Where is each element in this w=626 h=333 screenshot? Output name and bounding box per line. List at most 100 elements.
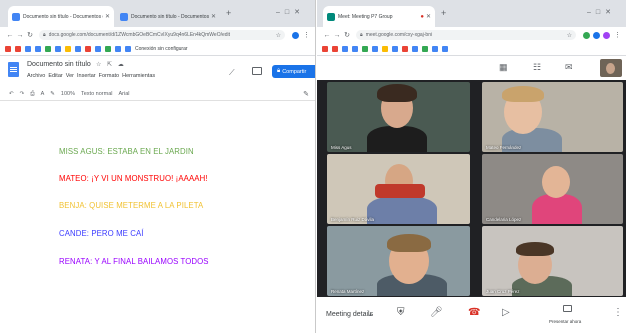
- document-title[interactable]: Documento sin título: [27, 61, 91, 68]
- more-options-icon[interactable]: ⋮: [613, 308, 623, 318]
- menu-archivo[interactable]: Archivo: [27, 73, 45, 79]
- bookmark-icon[interactable]: [402, 46, 408, 52]
- spellcheck-icon[interactable]: A: [41, 91, 45, 97]
- bookmark-icon[interactable]: [15, 46, 21, 52]
- zoom-select[interactable]: 100%: [61, 91, 75, 97]
- document-body[interactable]: MISS AGUS: ESTABA EN EL JARDIN MATEO: ¡Y…: [0, 101, 315, 333]
- reload-icon[interactable]: ↻: [342, 31, 352, 39]
- document-line: CANDE: PERO ME CAÍ: [59, 229, 144, 238]
- back-icon[interactable]: ←: [322, 32, 332, 39]
- bookmark-icon[interactable]: [332, 46, 338, 52]
- bookmark-icon[interactable]: [5, 46, 11, 52]
- reload-icon[interactable]: ↻: [25, 31, 35, 39]
- bookmark-icon[interactable]: [392, 46, 398, 52]
- participant-tile[interactable]: Benjamín Ruiz Dávila: [327, 154, 470, 224]
- bookmark-icon[interactable]: [25, 46, 31, 52]
- bookmark-icon[interactable]: [45, 46, 51, 52]
- window-controls[interactable]: –□✕: [276, 8, 305, 16]
- bookmark-icon[interactable]: [35, 46, 41, 52]
- participant-tile[interactable]: Miss Agus: [327, 82, 470, 152]
- share-button[interactable]: 🔒︎ Compartir: [272, 65, 315, 78]
- browser-menu-icon[interactable]: ⋮: [303, 31, 310, 39]
- present-screen-icon[interactable]: [563, 305, 572, 312]
- hang-up-icon[interactable]: ☎: [468, 308, 480, 318]
- address-bar[interactable]: 🔒︎ meet.google.com/cxy-xgaj-bni ☆: [356, 30, 576, 40]
- present-now-button[interactable]: Presentar ahora: [549, 319, 581, 324]
- new-tab-icon[interactable]: +: [441, 9, 446, 18]
- bookmark-star-icon[interactable]: ☆: [567, 32, 572, 39]
- style-select[interactable]: Texto normal: [81, 91, 113, 97]
- new-tab-icon[interactable]: +: [226, 9, 231, 18]
- bookmark-icon[interactable]: [442, 46, 448, 52]
- menu-ver[interactable]: Ver: [66, 73, 74, 79]
- menu-herramientas[interactable]: Herramientas: [122, 73, 155, 79]
- forward-icon[interactable]: →: [332, 32, 342, 39]
- close-tab-icon[interactable]: ✕: [426, 13, 431, 20]
- participant-tile[interactable]: Candelaria López: [482, 154, 623, 224]
- editing-mode-icon[interactable]: ✎: [303, 90, 309, 98]
- extension-icon[interactable]: [593, 31, 600, 39]
- bookmark-icon[interactable]: [115, 46, 121, 52]
- forward-icon[interactable]: →: [15, 32, 25, 39]
- paint-format-icon[interactable]: ✎: [50, 91, 55, 97]
- bookmark-icon[interactable]: [422, 46, 428, 52]
- participant-tile[interactable]: Juan Cruz Pérez: [482, 226, 623, 296]
- share-label: Compartir: [282, 68, 307, 75]
- menu-formato[interactable]: Formato: [99, 73, 119, 79]
- redo-icon[interactable]: ↷: [20, 91, 25, 97]
- bookmark-icon[interactable]: [85, 46, 91, 52]
- participant-name: Benjamín Ruiz Dávila: [331, 217, 375, 222]
- bookmark-icon[interactable]: [65, 46, 71, 52]
- browser-menu-icon[interactable]: ⋮: [614, 31, 621, 39]
- chat-icon[interactable]: ✉: [565, 62, 573, 73]
- bookmark-icon[interactable]: [362, 46, 368, 52]
- camera-icon[interactable]: ▷: [502, 308, 510, 318]
- participant-tile[interactable]: Renata Martínez: [327, 226, 470, 296]
- bookmark-icon[interactable]: [105, 46, 111, 52]
- shield-icon[interactable]: ⛨: [397, 308, 405, 318]
- bookmark-label[interactable]: Conexión sin configurar: [135, 46, 188, 52]
- bookmark-icon[interactable]: [322, 46, 328, 52]
- lock-icon: 🔒︎: [43, 32, 46, 38]
- chevron-up-icon[interactable]: ▲: [368, 312, 373, 318]
- meet-top-bar: ▦ ☷ ✉: [317, 56, 626, 80]
- star-move-icons[interactable]: ☆ ⇱ ☁: [96, 61, 126, 68]
- bookmark-icon[interactable]: [352, 46, 358, 52]
- menu-insertar[interactable]: Insertar: [77, 73, 96, 79]
- tab-meet[interactable]: Meet: Meeting P7 Group ● ✕: [323, 6, 435, 27]
- self-view-thumbnail[interactable]: [600, 59, 622, 77]
- menu-editar[interactable]: Editar: [48, 73, 62, 79]
- bookmark-icon[interactable]: [55, 46, 61, 52]
- bookmark-icon[interactable]: [95, 46, 101, 52]
- bookmark-icon[interactable]: [372, 46, 378, 52]
- print-icon[interactable]: ⎙: [30, 91, 34, 98]
- extension-icon[interactable]: [292, 31, 299, 39]
- bookmark-icon[interactable]: [125, 46, 131, 52]
- bookmark-star-icon[interactable]: ☆: [276, 32, 281, 39]
- bookmark-icon[interactable]: [432, 46, 438, 52]
- comment-icon[interactable]: [252, 67, 262, 75]
- microphone-icon[interactable]: 🎤︎: [430, 308, 443, 318]
- camera-permission-icon[interactable]: [583, 31, 590, 39]
- address-bar[interactable]: 🔒︎ docs.google.com/document/d/1ZWcmbGOeB…: [39, 30, 285, 40]
- bookmark-icon[interactable]: [342, 46, 348, 52]
- back-icon[interactable]: ←: [5, 32, 15, 39]
- profile-icon[interactable]: [603, 31, 610, 39]
- participants-icon[interactable]: ☷: [533, 62, 541, 73]
- bookmark-icon[interactable]: [382, 46, 388, 52]
- bookmark-icon[interactable]: [75, 46, 81, 52]
- tab-docs-2[interactable]: Documento sin título - Documentos de Goo…: [116, 6, 220, 27]
- activity-trend-icon[interactable]: ⟋: [229, 68, 235, 78]
- docs-logo-icon[interactable]: [8, 62, 19, 77]
- window-controls[interactable]: –□✕: [587, 8, 616, 16]
- font-select[interactable]: Arial: [118, 91, 129, 97]
- meeting-details-button[interactable]: Meeting details: [326, 311, 373, 318]
- docs-header: Documento sin título ☆ ⇱ ☁ Archivo Edita…: [0, 56, 315, 88]
- undo-icon[interactable]: ↶: [9, 91, 14, 97]
- grid-layout-icon[interactable]: ▦: [499, 62, 508, 73]
- tab-docs-1[interactable]: Documento sin título - Documentos de Goo…: [8, 6, 114, 27]
- close-tab-icon[interactable]: ✕: [105, 13, 110, 20]
- close-tab-icon[interactable]: ✕: [211, 13, 216, 20]
- participant-tile[interactable]: Mateo Fernández: [482, 82, 623, 152]
- bookmark-icon[interactable]: [412, 46, 418, 52]
